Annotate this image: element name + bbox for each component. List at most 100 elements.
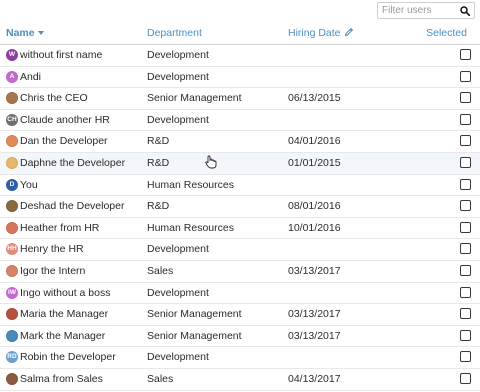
table-row[interactable]: Dan the Developer R&D 04/01/2016 — [0, 131, 480, 153]
user-name[interactable]: without first name — [20, 49, 102, 61]
select-checkbox[interactable] — [460, 329, 471, 341]
avatar: CH — [6, 113, 18, 126]
avatar: RD — [6, 351, 18, 364]
user-hiring-date: 06/13/2015 — [288, 92, 341, 105]
select-checkbox[interactable] — [460, 351, 471, 363]
sort-descending-icon — [37, 31, 44, 36]
avatar — [6, 308, 18, 321]
user-name[interactable]: Henry the HR — [20, 243, 84, 255]
user-hiring-date: 01/01/2015 — [288, 156, 341, 169]
user-department: Human Resources — [147, 178, 234, 191]
select-checkbox[interactable] — [460, 70, 471, 82]
select-checkbox[interactable] — [460, 372, 471, 384]
mouse-pointer-icon — [205, 155, 217, 169]
column-header-name[interactable]: Name — [6, 27, 44, 39]
select-checkbox[interactable] — [460, 178, 471, 190]
user-department: Development — [147, 286, 209, 299]
user-name[interactable]: Robin the Developer — [20, 351, 116, 363]
avatar — [6, 135, 18, 148]
select-checkbox[interactable] — [460, 221, 471, 233]
table-row[interactable]: Igor the Intern Sales 03/13/2017 — [0, 261, 480, 283]
user-department: Development — [147, 49, 209, 61]
user-name[interactable]: Igor the Intern — [20, 265, 85, 277]
user-department: R&D — [147, 156, 170, 169]
user-hiring-date: 04/13/2017 — [288, 372, 341, 385]
avatar: HH — [6, 243, 18, 256]
table-row[interactable]: Wwithout first name Development — [0, 45, 480, 67]
user-name[interactable]: Chris the CEO — [20, 92, 88, 104]
avatar: A — [6, 70, 18, 83]
select-checkbox[interactable] — [460, 264, 471, 276]
select-checkbox[interactable] — [460, 200, 471, 212]
user-name[interactable]: Deshad the Developer — [20, 200, 124, 212]
column-header-department[interactable]: Department — [147, 27, 202, 39]
select-checkbox[interactable] — [460, 243, 471, 255]
user-name[interactable]: You — [20, 179, 38, 191]
table-row[interactable]: RD Robin the Developer Development — [0, 347, 480, 369]
avatar: W — [6, 49, 18, 61]
column-header-name-label: Name — [6, 27, 35, 39]
user-department: Development — [147, 243, 209, 256]
user-hiring-date: 03/13/2017 — [288, 264, 341, 277]
table-row[interactable]: HH Henry the HR Development — [0, 239, 480, 261]
user-department: Senior Management — [147, 92, 242, 105]
table-row[interactable]: Daphne the Developer R&D 01/01/2015 — [0, 152, 480, 175]
avatar — [6, 264, 18, 277]
user-department: Sales — [147, 264, 174, 277]
avatar: IW — [6, 286, 18, 299]
select-checkbox[interactable] — [460, 113, 471, 125]
user-department: Sales — [147, 372, 174, 385]
user-name[interactable]: Dan the Developer — [20, 135, 108, 147]
avatar — [6, 221, 18, 234]
table-row[interactable]: Deshad the Developer R&D 08/01/2016 — [0, 196, 480, 218]
user-name[interactable]: Andi — [20, 71, 41, 83]
user-department: Development — [147, 113, 209, 126]
user-name[interactable]: Mark the Manager — [20, 330, 105, 342]
user-name[interactable]: Claude another HR — [20, 114, 110, 126]
table-row[interactable]: D You Human Resources — [0, 175, 480, 197]
user-department: Human Resources — [147, 221, 234, 234]
select-checkbox[interactable] — [460, 135, 471, 147]
column-header-hiring-date[interactable]: Hiring Date — [288, 27, 354, 39]
user-name[interactable]: Heather from HR — [20, 222, 99, 234]
users-table: Name Department Hiring Date Selected Wwi… — [0, 22, 480, 391]
avatar — [6, 156, 18, 169]
select-checkbox[interactable] — [460, 92, 471, 104]
toolbar — [0, 0, 480, 22]
user-hiring-date: 10/01/2016 — [288, 221, 341, 234]
user-hiring-date: 03/13/2017 — [288, 329, 341, 342]
search-icon[interactable] — [460, 6, 470, 16]
user-hiring-date: 03/13/2017 — [288, 308, 341, 321]
avatar: D — [6, 178, 18, 191]
user-name[interactable]: Salma from Sales — [20, 373, 103, 385]
table-row[interactable]: A Andi Development — [0, 67, 480, 89]
user-name[interactable]: Ingo without a boss — [20, 287, 110, 299]
column-header-hiring-date-label: Hiring Date — [288, 27, 341, 39]
user-hiring-date: 04/01/2016 — [288, 135, 341, 148]
user-department: Development — [147, 351, 209, 364]
filter-users-field[interactable] — [377, 2, 475, 19]
user-hiring-date: 08/01/2016 — [288, 200, 341, 213]
avatar — [6, 200, 18, 213]
select-checkbox[interactable] — [460, 156, 471, 168]
table-header: Name Department Hiring Date Selected — [0, 22, 480, 45]
user-name[interactable]: Maria the Manager — [20, 308, 108, 320]
pencil-icon[interactable] — [344, 27, 354, 37]
table-row[interactable]: Mark the Manager Senior Management 03/13/2… — [0, 326, 480, 348]
table-body: Wwithout first name Development A Andi Devel… — [0, 45, 480, 391]
avatar — [6, 92, 18, 105]
user-department: R&D — [147, 200, 170, 213]
filter-users-input[interactable] — [382, 4, 456, 17]
table-row[interactable]: IW Ingo without a boss Development — [0, 283, 480, 305]
user-department: R&D — [147, 135, 170, 148]
select-checkbox[interactable] — [460, 49, 471, 60]
table-row[interactable]: Salma from Sales Sales 04/13/2017 — [0, 369, 480, 391]
select-checkbox[interactable] — [460, 286, 471, 298]
table-row[interactable]: Chris the CEO Senior Management 06/13/2015 — [0, 88, 480, 110]
user-name[interactable]: Daphne the Developer — [20, 157, 125, 169]
table-row[interactable]: Heather from HR Human Resources 10/01/2016 — [0, 218, 480, 240]
table-row[interactable]: Maria the Manager Senior Management 03/13/… — [0, 304, 480, 326]
column-header-selected[interactable]: Selected — [426, 27, 467, 39]
select-checkbox[interactable] — [460, 308, 471, 320]
table-row[interactable]: CH Claude another HR Development — [0, 110, 480, 132]
